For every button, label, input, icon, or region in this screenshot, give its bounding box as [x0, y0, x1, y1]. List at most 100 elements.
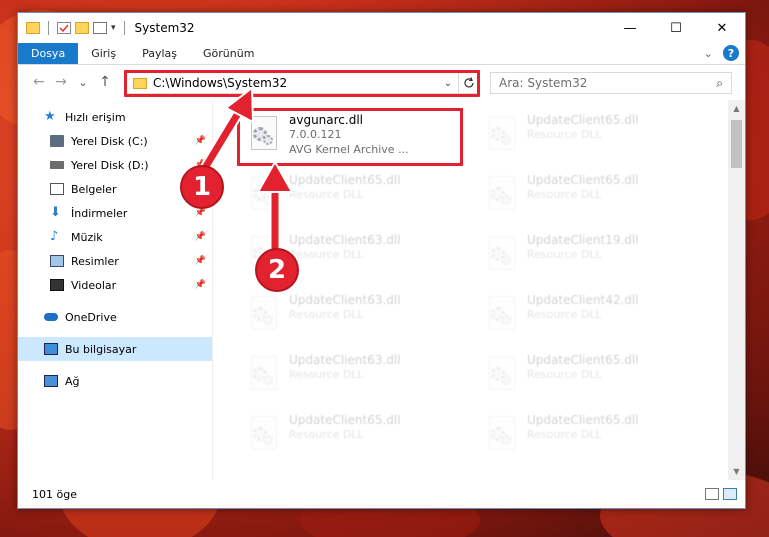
file-item[interactable]: UpdateClient63.dll Resource DLL: [239, 290, 469, 342]
tiles-view-icon[interactable]: [723, 488, 737, 500]
file-item[interactable]: UpdateClient65.dll Resource DLL: [477, 350, 707, 402]
search-input[interactable]: Ara: System32 ⌕: [490, 72, 732, 94]
properties-icon[interactable]: [57, 22, 71, 34]
chevron-down-icon[interactable]: ⌄: [704, 47, 713, 60]
search-icon[interactable]: ⌕: [716, 76, 723, 91]
tab-gorunum[interactable]: Görünüm: [190, 43, 267, 64]
file-item-avgunarc[interactable]: avgunarc.dll 7.0.0.121 AVG Kernel Archiv…: [239, 110, 469, 162]
documents-icon: [50, 183, 64, 195]
sidebar-item-pictures[interactable]: Resimler 📌: [18, 249, 212, 273]
dll-file-icon: [245, 114, 281, 156]
pin-icon[interactable]: 📌: [195, 256, 206, 266]
computer-icon: [44, 343, 58, 355]
sidebar-item-local-disk-d[interactable]: Yerel Disk (D:) 📌: [18, 153, 212, 177]
address-bar[interactable]: C:\Windows\System32 ⌄: [126, 72, 478, 94]
file-description: Resource DLL: [289, 248, 364, 261]
pin-icon[interactable]: 📌: [195, 208, 206, 218]
pin-icon[interactable]: 📌: [195, 280, 206, 290]
tab-giris[interactable]: Giriş: [78, 43, 129, 64]
title-bar: ▾ System32 — ☐ ✕: [18, 13, 745, 43]
customize-dropdown-icon[interactable]: ▾: [111, 23, 116, 33]
sidebar-item-label: Bu bilgisayar: [65, 342, 137, 356]
sidebar-item-label: İndirmeler: [71, 206, 128, 220]
view-switcher: [705, 488, 737, 500]
sidebar-item-label: Resimler: [71, 254, 119, 268]
file-description: Resource DLL: [527, 128, 602, 141]
dll-file-icon: [245, 294, 281, 336]
scroll-up-icon[interactable]: ▲: [728, 100, 745, 117]
details-view-icon[interactable]: [705, 488, 719, 500]
vertical-scrollbar[interactable]: ▲ ▼: [728, 100, 745, 480]
ribbon-tabs: Dosya Giriş Paylaş Görünüm ⌄ ?: [18, 43, 745, 65]
main-area: ★ Hızlı erişim Yerel Disk (C:) 📌 Yerel D…: [18, 100, 745, 480]
address-path[interactable]: C:\Windows\System32: [153, 76, 439, 90]
drive-icon: [50, 161, 64, 169]
tab-dosya[interactable]: Dosya: [18, 43, 79, 64]
sidebar-item-label: Hızlı erişim: [65, 110, 126, 124]
window-controls: — ☐ ✕: [607, 13, 745, 43]
divider: [48, 21, 49, 35]
sidebar-item-label: Yerel Disk (D:): [71, 158, 149, 172]
maximize-button[interactable]: ☐: [653, 13, 699, 43]
window-title: System32: [134, 21, 195, 35]
step-badge-1: 1: [180, 165, 224, 209]
file-name: UpdateClient63.dll: [289, 233, 401, 247]
dll-file-icon: [483, 114, 519, 156]
file-name: UpdateClient65.dll: [289, 173, 401, 187]
sidebar-item-label: Müzik: [71, 230, 103, 244]
pin-icon[interactable]: 📌: [195, 232, 206, 242]
help-button[interactable]: ?: [723, 45, 739, 61]
back-button[interactable]: ←: [28, 74, 50, 90]
sidebar-item-label: Yerel Disk (C:): [71, 134, 148, 148]
cloud-icon: [44, 313, 58, 321]
tab-paylas[interactable]: Paylaş: [129, 43, 190, 64]
sidebar-item-quick-access[interactable]: ★ Hızlı erişim: [18, 105, 212, 129]
view-options-icon[interactable]: [93, 22, 107, 34]
pin-icon[interactable]: 📌: [195, 136, 206, 146]
address-dropdown-icon[interactable]: ⌄: [439, 78, 457, 89]
file-item[interactable]: UpdateClient65.dll Resource DLL: [477, 170, 707, 222]
sidebar-item-videos[interactable]: Videolar 📌: [18, 273, 212, 297]
quick-access-toolbar: ▾: [18, 21, 129, 35]
file-item[interactable]: UpdateClient65.dll Resource DLL: [477, 410, 707, 462]
scrollbar-thumb[interactable]: [731, 120, 742, 168]
new-folder-icon[interactable]: [75, 22, 89, 34]
file-explorer-window: ▾ System32 — ☐ ✕ Dosya Giriş Paylaş Görü…: [17, 12, 746, 509]
file-item[interactable]: UpdateClient19.dll Resource DLL: [477, 230, 707, 282]
star-icon: ★: [44, 109, 56, 124]
scroll-down-icon[interactable]: ▼: [728, 463, 745, 480]
sidebar-item-label: Belgeler: [71, 182, 117, 196]
file-item[interactable]: UpdateClient42.dll Resource DLL: [477, 290, 707, 342]
recent-locations-button[interactable]: ⌄: [72, 76, 94, 89]
file-item[interactable]: UpdateClient65.dll Resource DLL: [477, 110, 707, 162]
forward-button[interactable]: →: [50, 74, 72, 90]
video-icon: [50, 279, 64, 291]
file-list: avgunarc.dll 7.0.0.121 AVG Kernel Archiv…: [213, 100, 745, 480]
file-item[interactable]: UpdateClient65.dll Resource DLL: [239, 410, 469, 462]
file-name: UpdateClient42.dll: [527, 293, 639, 307]
sidebar-item-downloads[interactable]: ⬇ İndirmeler 📌: [18, 201, 212, 225]
dll-file-icon: [483, 354, 519, 396]
dll-file-icon: [245, 174, 281, 216]
dll-file-icon: [483, 294, 519, 336]
file-item[interactable]: UpdateClient65.dll Resource DLL: [239, 170, 469, 222]
sidebar-item-local-disk-c[interactable]: Yerel Disk (C:) 📌: [18, 129, 212, 153]
file-item[interactable]: UpdateClient63.dll Resource DLL: [239, 350, 469, 402]
file-name: UpdateClient19.dll: [527, 233, 639, 247]
file-name: UpdateClient65.dll: [289, 413, 401, 427]
folder-icon[interactable]: [26, 22, 40, 34]
sidebar-item-label: OneDrive: [65, 310, 117, 324]
sidebar-item-onedrive[interactable]: OneDrive: [18, 305, 212, 329]
sidebar-item-network[interactable]: Ağ: [18, 369, 212, 393]
refresh-button[interactable]: [458, 72, 478, 94]
file-name: UpdateClient65.dll: [527, 413, 639, 427]
folder-icon: [133, 77, 147, 89]
sidebar-item-music[interactable]: ♪ Müzik 📌: [18, 225, 212, 249]
close-button[interactable]: ✕: [699, 13, 745, 43]
sidebar-item-this-pc[interactable]: Bu bilgisayar: [18, 337, 212, 361]
up-button[interactable]: ↑: [94, 74, 116, 90]
file-version: 7.0.0.121: [289, 128, 342, 141]
dll-file-icon: [483, 414, 519, 456]
minimize-button[interactable]: —: [607, 13, 653, 43]
